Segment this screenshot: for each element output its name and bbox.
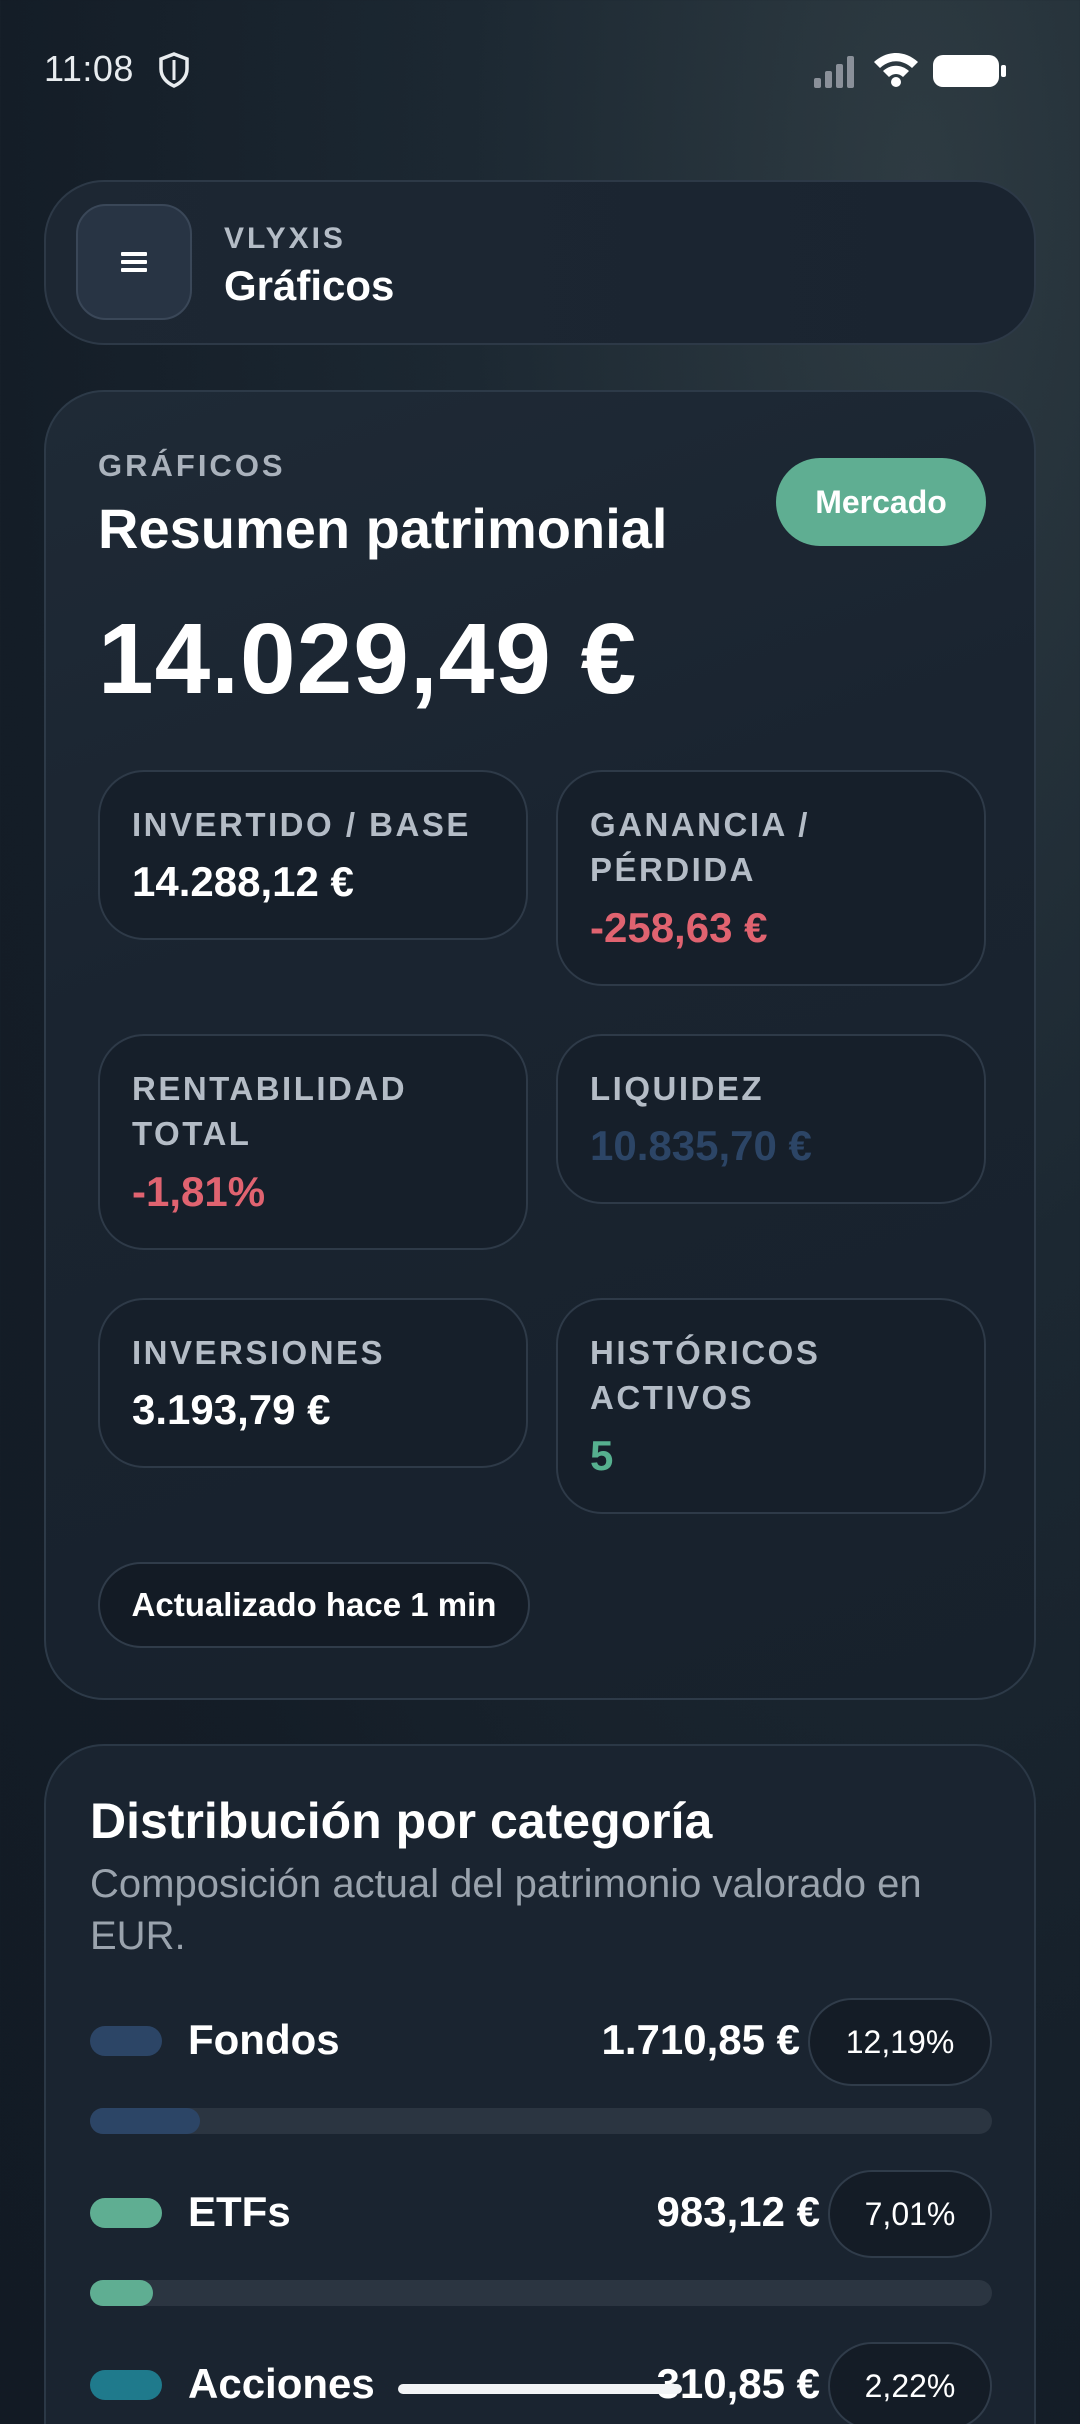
category-progress-fill [90,2280,154,2306]
metric-label: INVERSIONES [132,1334,386,1371]
page-title: Gráficos [224,262,395,309]
total-net-worth: 14.029,49 € [98,603,638,715]
category-swatch [90,2198,162,2228]
metric-value: 3.193,79 € [132,1386,331,1433]
summary-title: Resumen patrimonial [98,497,668,560]
metric-label: RENTABILIDAD TOTAL [132,1070,408,1152]
category-row-acciones: Acciones 310,85 € 2,22% [46,2342,1038,2424]
menu-button[interactable] [76,204,192,320]
category-name: Fondos [188,2016,340,2063]
metric-label: GANANCIA / PÉRDIDA [590,806,810,888]
distribution-subtitle: Composición actual del patrimonio valora… [90,1862,922,1958]
metric-label: LIQUIDEZ [590,1070,764,1107]
battery-icon [933,55,1006,87]
signal-icon [814,56,854,88]
metric-active-history: HISTÓRICOS ACTIVOS 5 [556,1298,986,1514]
metric-label: HISTÓRICOS ACTIVOS [590,1334,821,1416]
hamburger-icon [121,252,147,272]
category-progress-track [90,2108,992,2134]
distribution-card: Distribución por categoría Composición a… [44,1744,1036,2424]
metric-investments: INVERSIONES 3.193,79 € [98,1298,528,1468]
app-header: VLYXIS Gráficos [44,180,1036,345]
updated-badge: Actualizado hace 1 min [98,1562,530,1648]
category-amount: 1.710,85 € [601,2016,800,2063]
metric-value: 14.288,12 € [132,858,354,905]
status-bar: 11:08 [0,0,1080,140]
metric-value: 10.835,70 € [590,1122,812,1169]
category-swatch [90,2026,162,2056]
metric-label: INVERTIDO / BASE [132,806,471,843]
metric-total-return: RENTABILIDAD TOTAL -1,81% [98,1034,528,1250]
category-percent-badge: 12,19% [808,1998,992,2086]
metric-value: 5 [590,1432,614,1479]
category-progress-track [90,2280,992,2306]
metric-value: -1,81% [132,1168,266,1215]
distribution-title: Distribución por categoría [90,1793,713,1849]
category-name: ETFs [188,2188,291,2235]
category-percent-badge: 7,01% [828,2170,992,2258]
metric-gain-loss: GANANCIA / PÉRDIDA -258,63 € [556,770,986,986]
metric-liquidity: LIQUIDEZ 10.835,70 € [556,1034,986,1204]
summary-eyebrow: GRÁFICOS [98,448,286,483]
category-row-fondos: Fondos 1.710,85 € 12,19% [46,1998,1038,2170]
category-amount: 983,12 € [656,2188,821,2235]
category-progress-fill [90,2108,200,2134]
status-time: 11:08 [44,48,134,89]
category-swatch [90,2370,162,2400]
metric-value: -258,63 € [590,904,768,951]
home-indicator[interactable] [398,2384,682,2394]
category-row-etfs: ETFs 983,12 € 7,01% [46,2170,1038,2342]
category-amount: 310,85 € [656,2360,821,2407]
category-percent-badge: 2,22% [828,2342,992,2424]
app-name: VLYXIS [224,222,346,255]
shield-icon [159,52,189,88]
wifi-icon [874,53,918,87]
summary-card: GRÁFICOS Resumen patrimonial Mercado 14.… [44,390,1036,1700]
metric-invested: INVERTIDO / BASE 14.288,12 € [98,770,528,940]
category-name: Acciones [188,2360,375,2407]
market-button[interactable]: Mercado [776,458,986,546]
